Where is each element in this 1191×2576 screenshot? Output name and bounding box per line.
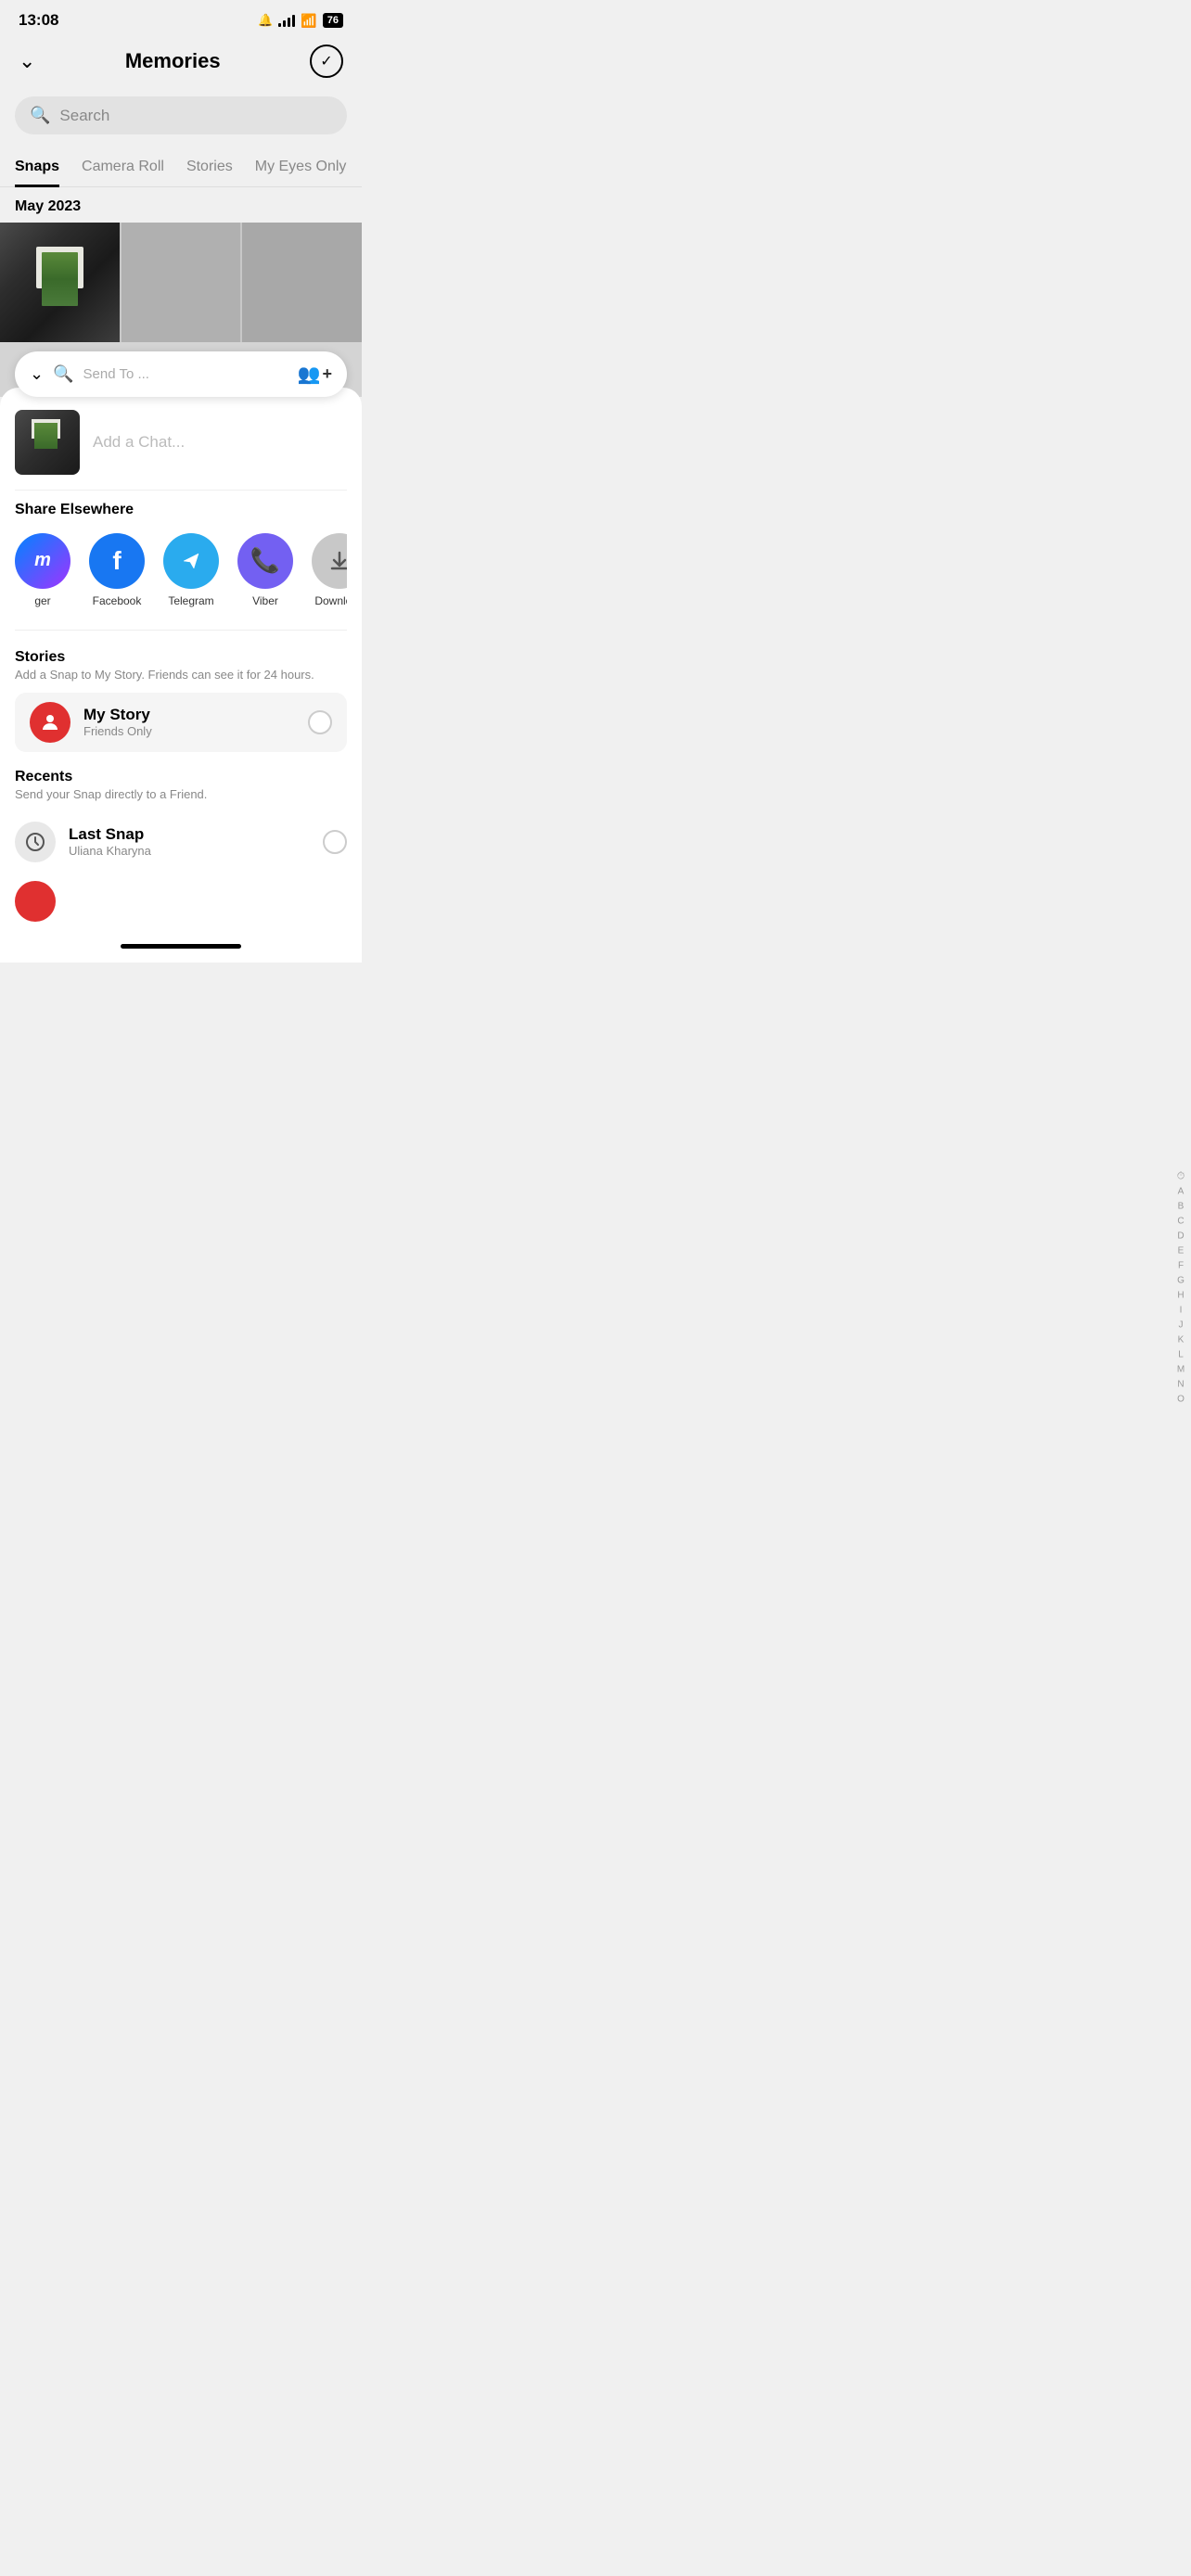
search-bar-container: 🔍 Search — [0, 89, 362, 149]
recent-clock-icon — [15, 822, 56, 862]
signal-bars — [278, 14, 295, 27]
tab-my-eyes-only[interactable]: My Eyes Only — [255, 149, 347, 187]
photo-grid — [0, 223, 362, 342]
alpha-E[interactable]: E — [1174, 1245, 1187, 1258]
add-friends-icon: 👥 — [298, 363, 321, 386]
status-bar: 13:08 🔔 📶 76 — [0, 0, 362, 37]
my-story-radio[interactable] — [308, 710, 332, 734]
alpha-H[interactable]: H — [1174, 1290, 1187, 1303]
page-title: Memories — [125, 49, 221, 73]
recents-section: Recents Send your Snap directly to a Fri… — [0, 754, 362, 931]
select-button[interactable]: ✓ — [310, 45, 343, 78]
alpha-F[interactable]: F — [1174, 1260, 1187, 1273]
send-to-chevron-icon[interactable]: ⌄ — [30, 364, 44, 384]
add-plus-icon: + — [322, 364, 332, 384]
wifi-icon: 📶 — [301, 13, 316, 29]
share-icons-row: m ger f Facebook Telegram 📞 Viber — [15, 533, 347, 615]
share-item-viber[interactable]: 📞 Viber — [237, 533, 293, 607]
share-elsewhere-section: Share Elsewhere m ger f Facebook Telegra… — [0, 491, 362, 622]
alpha-G[interactable]: G — [1174, 1275, 1187, 1288]
telegram-icon — [163, 533, 219, 589]
search-input-placeholder[interactable]: Search — [59, 107, 109, 125]
home-bar — [121, 944, 241, 949]
alpha-D[interactable]: D — [1174, 1231, 1187, 1243]
add-chat-placeholder[interactable]: Add a Chat... — [93, 433, 185, 452]
add-friends-button[interactable]: 👥 + — [298, 363, 332, 386]
share-item-download[interactable]: Download — [312, 533, 347, 607]
tab-stories[interactable]: Stories — [186, 149, 233, 187]
recents-section-subtitle: Send your Snap directly to a Friend. — [15, 787, 347, 801]
alpha-M[interactable]: M — [1174, 1364, 1187, 1377]
my-story-info: My Story Friends Only — [83, 706, 295, 738]
back-button[interactable]: ⌄ — [19, 49, 35, 73]
status-time: 13:08 — [19, 11, 58, 30]
alpha-O[interactable]: O — [1174, 1394, 1187, 1407]
share-item-telegram[interactable]: Telegram — [163, 533, 219, 607]
share-item-facebook[interactable]: f Facebook — [89, 533, 145, 607]
messenger-icon: m — [15, 533, 70, 589]
send-to-input[interactable]: Send To ... — [83, 366, 288, 382]
recent-last-snap-sub: Uliana Kharyna — [69, 844, 310, 858]
snap-thumbnail — [15, 410, 80, 475]
section-date: May 2023 — [0, 187, 362, 223]
facebook-label: Facebook — [93, 594, 142, 607]
stories-section: Stories Add a Snap to My Story. Friends … — [0, 638, 362, 752]
home-indicator — [0, 931, 362, 963]
alpha-clock-icon[interactable]: ⏱ — [1174, 1169, 1187, 1183]
viber-label: Viber — [252, 594, 278, 607]
photo-cell-2 — [122, 223, 241, 342]
my-story-avatar — [30, 702, 70, 743]
recent-last-snap-radio[interactable] — [323, 830, 347, 854]
story-row-my-story[interactable]: My Story Friends Only — [15, 693, 347, 752]
search-bar[interactable]: 🔍 Search — [15, 96, 347, 134]
battery-indicator: 76 — [323, 13, 343, 28]
send-to-bar[interactable]: ⌄ 🔍 Send To ... 👥 + — [15, 351, 347, 397]
alpha-N[interactable]: N — [1174, 1379, 1187, 1392]
content-area: May 2023 — [0, 187, 362, 342]
share-item-messenger[interactable]: m ger — [15, 533, 70, 607]
photo-cell-3 — [242, 223, 362, 342]
status-icons: 🔔 📶 76 — [258, 13, 343, 29]
alpha-C[interactable]: C — [1174, 1216, 1187, 1229]
share-elsewhere-title: Share Elsewhere — [15, 502, 347, 518]
telegram-label: Telegram — [168, 594, 213, 607]
alpha-I[interactable]: I — [1174, 1305, 1187, 1318]
recent-row-last-snap[interactable]: Last Snap Uliana Kharyna — [15, 812, 347, 872]
tab-camera-roll[interactable]: Camera Roll — [82, 149, 164, 187]
search-icon: 🔍 — [30, 106, 50, 125]
viber-icon: 📞 — [237, 533, 293, 589]
download-icon — [312, 533, 347, 589]
tab-snaps[interactable]: Snaps — [15, 149, 59, 187]
divider-2 — [15, 630, 347, 631]
facebook-icon: f — [89, 533, 145, 589]
notification-icon: 🔔 — [258, 13, 273, 28]
my-story-sub: Friends Only — [83, 724, 295, 738]
messenger-label: ger — [34, 594, 50, 607]
recent-last-snap-name: Last Snap — [69, 825, 310, 844]
stories-section-title: Stories — [15, 649, 347, 666]
partial-avatar — [15, 881, 56, 922]
bottom-sheet: Add a Chat... Share Elsewhere m ger f Fa… — [0, 388, 362, 963]
photo-laptop-image — [0, 223, 120, 342]
alpha-K[interactable]: K — [1174, 1334, 1187, 1347]
snap-preview-row: Add a Chat... — [0, 402, 362, 490]
alpha-B[interactable]: B — [1174, 1201, 1187, 1214]
send-to-wrapper: ⌄ 🔍 Send To ... 👥 + — [0, 342, 362, 397]
top-nav: ⌄ Memories ✓ — [0, 37, 362, 89]
stories-section-subtitle: Add a Snap to My Story. Friends can see … — [15, 668, 347, 682]
alpha-L[interactable]: L — [1174, 1349, 1187, 1362]
tabs-nav: Snaps Camera Roll Stories My Eyes Only — [0, 149, 362, 187]
send-to-search-icon: 🔍 — [53, 364, 73, 384]
alpha-A[interactable]: A — [1174, 1186, 1187, 1199]
download-label: Download — [314, 594, 347, 607]
recent-last-snap-info: Last Snap Uliana Kharyna — [69, 825, 310, 858]
photo-cell-1[interactable] — [0, 223, 120, 342]
my-story-name: My Story — [83, 706, 295, 724]
alpha-J[interactable]: J — [1174, 1320, 1187, 1333]
recent-row-partial[interactable] — [15, 872, 347, 931]
alphabet-sidebar: ⏱ A B C D E F G H I J K L M N O — [1174, 1169, 1187, 1406]
recents-section-title: Recents — [15, 769, 347, 785]
